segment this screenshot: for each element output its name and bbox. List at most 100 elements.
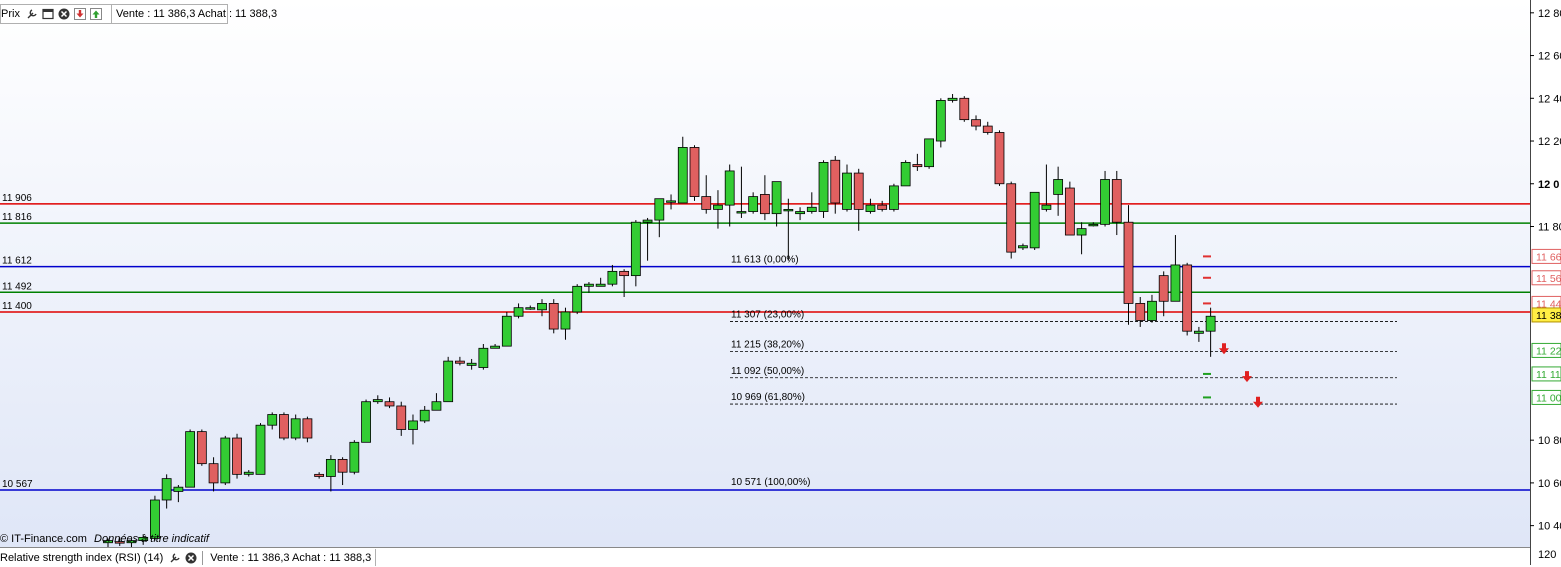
candle[interactable] bbox=[314, 473, 325, 477]
candle[interactable] bbox=[795, 211, 805, 215]
candle[interactable] bbox=[279, 414, 289, 439]
candle[interactable] bbox=[818, 161, 829, 212]
candle[interactable] bbox=[196, 431, 207, 465]
candle[interactable] bbox=[1205, 315, 1216, 332]
candle[interactable] bbox=[1123, 221, 1134, 304]
settings-icon[interactable] bbox=[169, 552, 181, 564]
candle[interactable] bbox=[806, 206, 817, 212]
candle[interactable] bbox=[630, 221, 641, 277]
candle[interactable] bbox=[759, 194, 770, 215]
candle[interactable] bbox=[584, 283, 594, 287]
candle[interactable] bbox=[1053, 179, 1064, 195]
move-down-icon[interactable] bbox=[73, 8, 86, 20]
candle[interactable] bbox=[713, 204, 723, 210]
candle[interactable] bbox=[842, 172, 852, 210]
candle[interactable] bbox=[490, 345, 500, 349]
candle[interactable] bbox=[232, 437, 242, 475]
candle[interactable] bbox=[748, 196, 759, 212]
price-chart[interactable]: 11 906 11 816 11 612 11 492 11 400 10 567 11 … bbox=[0, 0, 1530, 547]
candle[interactable] bbox=[267, 414, 278, 426]
candle[interactable] bbox=[689, 147, 700, 197]
candle[interactable] bbox=[619, 270, 630, 277]
candle[interactable] bbox=[1147, 300, 1157, 321]
candle[interactable] bbox=[889, 185, 899, 210]
candle[interactable] bbox=[1111, 179, 1122, 223]
candle[interactable] bbox=[1170, 264, 1181, 302]
candle[interactable] bbox=[736, 211, 747, 214]
candle[interactable] bbox=[501, 315, 512, 347]
candle[interactable] bbox=[877, 204, 888, 210]
candle[interactable] bbox=[372, 399, 383, 403]
settings-icon[interactable] bbox=[26, 8, 38, 20]
candle[interactable] bbox=[1029, 191, 1040, 249]
window-icon[interactable] bbox=[42, 8, 54, 20]
candle[interactable] bbox=[924, 138, 934, 168]
candle[interactable] bbox=[173, 486, 184, 492]
candle[interactable] bbox=[783, 208, 794, 212]
candle[interactable] bbox=[349, 441, 360, 473]
candle[interactable] bbox=[947, 97, 958, 101]
candle[interactable] bbox=[325, 458, 336, 477]
candle[interactable] bbox=[935, 100, 946, 142]
candle[interactable] bbox=[654, 198, 665, 221]
candle[interactable] bbox=[912, 164, 923, 168]
candle[interactable] bbox=[900, 161, 911, 187]
candle[interactable] bbox=[677, 147, 688, 204]
candle[interactable] bbox=[1018, 245, 1028, 249]
candle[interactable] bbox=[361, 401, 371, 443]
candle[interactable] bbox=[466, 362, 477, 366]
candle[interactable] bbox=[642, 219, 653, 223]
candle[interactable] bbox=[454, 360, 465, 364]
candle[interactable] bbox=[982, 125, 993, 133]
candle[interactable] bbox=[1076, 228, 1087, 236]
candle[interactable] bbox=[560, 311, 571, 330]
candle[interactable] bbox=[724, 170, 735, 206]
candle[interactable] bbox=[971, 119, 981, 127]
candle[interactable] bbox=[396, 405, 407, 430]
candle[interactable] bbox=[384, 401, 395, 407]
candle[interactable] bbox=[1100, 179, 1110, 225]
candle[interactable] bbox=[408, 420, 418, 430]
move-up-icon[interactable] bbox=[89, 8, 102, 20]
candle[interactable] bbox=[255, 424, 266, 475]
candle[interactable] bbox=[337, 458, 348, 473]
candle[interactable] bbox=[1182, 264, 1193, 332]
candle[interactable] bbox=[548, 303, 559, 330]
candle[interactable] bbox=[595, 283, 606, 287]
candle[interactable] bbox=[853, 172, 864, 210]
candle[interactable] bbox=[525, 307, 536, 310]
candle[interactable] bbox=[865, 204, 876, 212]
candle[interactable] bbox=[1006, 183, 1017, 253]
close-icon[interactable] bbox=[185, 552, 197, 564]
candle[interactable] bbox=[1041, 204, 1052, 210]
close-icon[interactable] bbox=[58, 8, 70, 20]
candle[interactable] bbox=[607, 270, 618, 285]
candle[interactable] bbox=[431, 401, 442, 411]
candle[interactable] bbox=[830, 159, 841, 204]
candle[interactable] bbox=[994, 132, 1005, 185]
candle[interactable] bbox=[443, 360, 454, 403]
candle[interactable] bbox=[1158, 275, 1169, 302]
fib-label: 10 571 (100,00%) bbox=[731, 477, 811, 488]
candle[interactable] bbox=[701, 196, 712, 210]
candle[interactable] bbox=[1064, 187, 1075, 236]
watermark: © IT-Finance.com Données à titre indicat… bbox=[0, 533, 209, 545]
candle[interactable] bbox=[220, 437, 231, 484]
candle[interactable] bbox=[1193, 330, 1204, 334]
candle[interactable] bbox=[537, 303, 547, 311]
candle[interactable] bbox=[771, 181, 782, 215]
candle[interactable] bbox=[243, 471, 254, 475]
candle[interactable] bbox=[208, 463, 219, 484]
candle[interactable] bbox=[1135, 303, 1146, 321]
candle[interactable] bbox=[185, 431, 196, 488]
candle[interactable] bbox=[572, 285, 583, 313]
candle[interactable] bbox=[302, 418, 313, 439]
candle[interactable] bbox=[419, 409, 430, 422]
candle[interactable] bbox=[161, 478, 172, 501]
candle[interactable] bbox=[959, 97, 970, 121]
candle[interactable] bbox=[1088, 223, 1099, 227]
candle[interactable] bbox=[666, 200, 676, 203]
candle[interactable] bbox=[478, 347, 489, 368]
candle[interactable] bbox=[290, 418, 301, 439]
candle[interactable] bbox=[513, 307, 524, 317]
